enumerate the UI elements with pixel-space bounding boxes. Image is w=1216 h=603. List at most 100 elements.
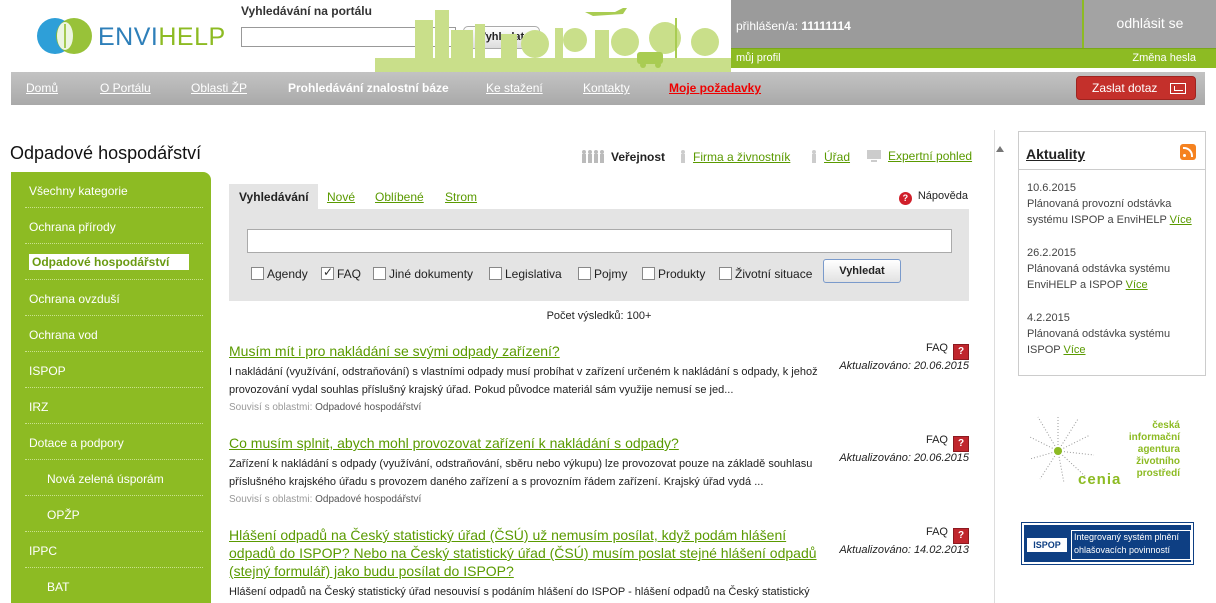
envihelp-logo[interactable]: ENVIHELP (36, 14, 225, 58)
my-profile-link[interactable]: můj profil (736, 52, 781, 64)
user-box-bottom: můj profil Změna hesla (731, 48, 1216, 68)
view-business[interactable]: Firma a živnostník (679, 149, 790, 164)
result-snippet: Hlášení odpadů na Český statistický úřad… (229, 586, 810, 598)
result-count: Počet výsledků: 100+ (546, 310, 652, 322)
checkbox[interactable] (578, 267, 591, 280)
filter-life-situations[interactable]: Životní situace (719, 267, 812, 281)
sidebar-item-irz[interactable]: IRZ (11, 388, 211, 424)
main-navigation: Domů O Portálu Oblasti ŽP Prohledávání z… (11, 72, 1205, 105)
login-info: přihlášen/a: 11111114 (736, 19, 851, 33)
faq-icon: ? (953, 528, 969, 544)
nav-contacts[interactable]: Kontakty (583, 81, 630, 95)
rss-icon[interactable] (1180, 144, 1196, 160)
send-question-label: Zaslat dotaz (1092, 81, 1158, 95)
checkbox[interactable] (719, 267, 732, 280)
nav-areas[interactable]: Oblasti ŽP (191, 81, 247, 95)
filter-other-docs[interactable]: Jiné dokumenty (373, 267, 473, 281)
result-date: Aktualizováno: 14.02.2013 (839, 544, 969, 556)
news-date: 4.2.2015 (1027, 312, 1070, 324)
scroll-up-arrow-icon[interactable] (996, 146, 1004, 152)
news-item: 26.2.2015 Plánovaná odstávka systému Env… (1027, 245, 1197, 293)
news-date: 10.6.2015 (1027, 182, 1076, 194)
tab-new[interactable]: Nové (327, 190, 355, 204)
filter-terms[interactable]: Pojmy (578, 267, 627, 281)
user-box-top: přihlášen/a: 11111114 odhlásit se (731, 0, 1216, 48)
news-more-link[interactable]: Více (1170, 214, 1192, 226)
tab-tree[interactable]: Strom (445, 190, 477, 204)
filter-faq[interactable]: FAQ (321, 265, 361, 281)
checkbox[interactable] (489, 267, 502, 280)
checkbox[interactable] (373, 267, 386, 280)
news-more-link[interactable]: Více (1064, 344, 1086, 356)
filter-legislation[interactable]: Legislativa (489, 267, 562, 281)
sidebar-item-nature[interactable]: Ochrana přírody (11, 208, 211, 244)
sidebar-item-water[interactable]: Ochrana vod (11, 316, 211, 352)
news-text: Plánovaná odstávka systému EnviHELP a IS… (1027, 263, 1171, 291)
sidebar-item-air[interactable]: Ochrana ovzduší (11, 280, 211, 316)
result-item: Co musím splnit, abych mohl provozovat z… (229, 434, 969, 505)
news-more-link[interactable]: Více (1126, 279, 1148, 291)
filter-agendy[interactable]: Agendy (251, 267, 308, 281)
nav-about[interactable]: O Portálu (100, 81, 151, 95)
result-type: FAQ? (926, 342, 969, 360)
city-nature-illustration (375, 8, 731, 72)
send-question-button[interactable]: Zaslat dotaz (1076, 76, 1196, 100)
official-icon (812, 150, 816, 163)
result-snippet: I nakládání (využívání, odstraňování) s … (229, 366, 818, 396)
monitor-icon (867, 150, 881, 162)
ispop-logo: ISPOP (1027, 538, 1067, 552)
knowledge-search-panel: Vyhledávání Nové Oblíbené Strom ? Nápověd… (229, 184, 969, 301)
sidebar-item-bat[interactable]: BAT (11, 568, 211, 603)
sidebar-item-green-savings[interactable]: Nová zelená úsporám (11, 460, 211, 496)
result-item: Hlášení odpadů na Český statistický úřad… (229, 526, 969, 603)
cenia-logo[interactable]: česká informační agentura životního prostřed… (1028, 413, 1188, 488)
leaf-logo-icon (37, 18, 92, 54)
checkbox-checked[interactable] (321, 265, 334, 280)
result-title-link[interactable]: Co musím splnit, abych mohl provozovat z… (229, 434, 829, 452)
scrollbar[interactable] (994, 130, 1004, 603)
nav-home[interactable]: Domů (26, 81, 58, 95)
checkbox[interactable] (642, 267, 655, 280)
result-title-link[interactable]: Musím mít i pro nakládání se svými odpad… (229, 342, 829, 360)
help-icon: ? (898, 192, 912, 205)
cenia-wordmark: cenia (1078, 471, 1122, 488)
sidebar-item-ippc[interactable]: IPPC (11, 532, 211, 568)
result-title-link[interactable]: Hlášení odpadů na Český statistický úřad… (229, 526, 829, 580)
sidebar-item-subsidies[interactable]: Dotace a podpory (11, 424, 211, 460)
change-password-link[interactable]: Změna hesla (1132, 52, 1196, 64)
news-title[interactable]: Aktuality (1026, 146, 1085, 162)
people-icon (582, 150, 604, 163)
logout-button[interactable]: odhlásit se (1082, 0, 1216, 48)
view-public[interactable]: Veřejnost (581, 149, 665, 164)
view-expert[interactable]: Expertní pohled (866, 149, 972, 163)
sidebar-item-ispop[interactable]: ISPOP (11, 352, 211, 388)
view-office[interactable]: Úřad (810, 149, 850, 164)
result-related: Souvisí s oblastmi: Odpadové hospodářstv… (229, 402, 422, 413)
nav-downloads[interactable]: Ke stažení (486, 81, 543, 95)
faq-icon: ? (953, 436, 969, 452)
checkbox[interactable] (251, 267, 264, 280)
knowledge-search-input[interactable] (247, 229, 952, 253)
sidebar-item-opzp[interactable]: OPŽP (11, 496, 211, 532)
sidebar-item-waste[interactable]: Odpadové hospodářství (11, 244, 211, 280)
result-date: Aktualizováno: 20.06.2015 (839, 360, 969, 372)
news-date: 26.2.2015 (1027, 247, 1076, 259)
nav-knowledge-base[interactable]: Prohledávání znalostní báze (288, 81, 449, 95)
result-type: FAQ? (926, 526, 969, 544)
help-link[interactable]: ? Nápověda (898, 190, 968, 205)
news-text: Plánovaná provozní odstávka systému ISPO… (1027, 198, 1172, 226)
user-box: přihlášen/a: 11111114 odhlásit se můj pr… (731, 0, 1216, 68)
knowledge-search-button[interactable]: Vyhledat (823, 259, 901, 283)
news-item: 4.2.2015 Plánovaná odstávka systému ISPO… (1027, 310, 1197, 358)
ispop-banner[interactable]: ISPOP Integrovaný systém plnění ohlašova… (1021, 522, 1194, 565)
mail-icon (1170, 83, 1186, 94)
search-tabs: Vyhledávání Nové Oblíbené Strom ? Nápověd… (229, 184, 969, 209)
sidebar-item-all[interactable]: Všechny kategorie (11, 172, 211, 208)
tab-search[interactable]: Vyhledávání (229, 184, 318, 209)
category-sidebar: Všechny kategorie Ochrana přírody Odpado… (11, 172, 211, 603)
filter-products[interactable]: Produkty (642, 267, 705, 281)
portal-search-title: Vyhledávání na portálu (241, 4, 372, 18)
nav-my-requests[interactable]: Moje požadavky (669, 81, 761, 95)
news-box: Aktuality 10.6.2015 Plánovaná provozní o… (1018, 131, 1206, 376)
tab-favorites[interactable]: Oblíbené (375, 190, 424, 204)
